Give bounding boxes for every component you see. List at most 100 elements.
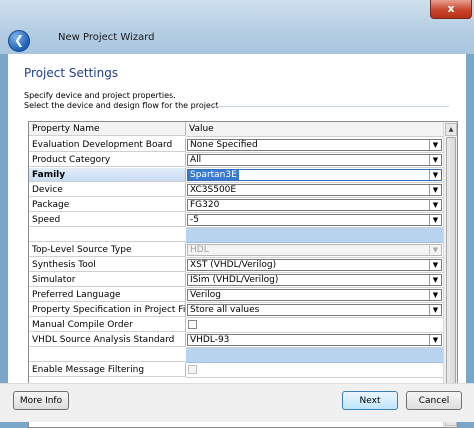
dropdown-value: HDL <box>190 245 209 255</box>
footer: More Info Next Cancel <box>0 383 474 422</box>
chevron-down-icon[interactable]: ▼ <box>429 335 441 345</box>
property-value-cell: ISim (VHDL/Verilog) ▼ <box>186 273 443 288</box>
property-value-cell: VHDL-93 ▼ <box>186 333 443 348</box>
chevron-down-icon[interactable]: ▼ <box>429 290 441 300</box>
wizard-content: Project Settings Specify device and proj… <box>8 54 466 428</box>
dropdown-value: Store all values <box>190 305 260 315</box>
property-name: Package <box>29 198 186 212</box>
property-name: Speed <box>29 213 186 227</box>
grid-header: Property Name Value <box>29 122 443 137</box>
dropdown-value: FG320 <box>190 200 220 210</box>
instruction-text-2: Select the device and design flow for th… <box>24 101 219 110</box>
chevron-down-icon[interactable]: ▼ <box>429 275 441 285</box>
grid-separator-row <box>29 348 443 363</box>
title-bar: ❮ New Project Wizard x <box>0 0 474 54</box>
grid-row[interactable]: Property Specification in Project File St… <box>29 303 443 318</box>
value-dropdown[interactable]: XC3S500E ▼ <box>187 184 442 196</box>
grid-row[interactable]: Family Spartan3E ▼ <box>29 168 443 183</box>
grid-row[interactable]: Manual Compile Order <box>29 318 443 333</box>
next-label: Next <box>359 396 381 406</box>
grid-row[interactable]: Simulator ISim (VHDL/Verilog) ▼ <box>29 273 443 288</box>
value-dropdown[interactable]: XST (VHDL/Verilog) ▼ <box>187 259 442 271</box>
property-name: VHDL Source Analysis Standard <box>29 333 186 347</box>
dropdown-value: -5 <box>190 215 199 225</box>
dropdown-value: VHDL-93 <box>190 335 230 345</box>
chevron-down-icon[interactable]: ▼ <box>429 260 441 270</box>
value-checkbox[interactable] <box>188 320 197 329</box>
chevron-down-icon[interactable]: ▼ <box>429 140 441 150</box>
back-arrow-icon[interactable]: ❮ <box>8 30 30 52</box>
dropdown-value: XST (VHDL/Verilog) <box>190 260 277 270</box>
value-dropdown[interactable]: ISim (VHDL/Verilog) ▼ <box>187 274 442 286</box>
window-title: New Project Wizard <box>58 32 155 43</box>
next-button[interactable]: Next <box>342 391 398 410</box>
cancel-button[interactable]: Cancel <box>406 391 462 410</box>
property-name: Evaluation Development Board <box>29 138 186 152</box>
property-value-cell: FG320 ▼ <box>186 198 443 213</box>
header-property-name: Property Name <box>29 122 186 136</box>
value-dropdown[interactable]: -5 ▼ <box>187 214 442 226</box>
more-info-button[interactable]: More Info <box>13 391 69 410</box>
grid-row[interactable]: Synthesis Tool XST (VHDL/Verilog) ▼ <box>29 258 443 273</box>
scroll-up-icon[interactable]: ▲ <box>445 123 457 136</box>
property-name: Synthesis Tool <box>29 258 186 272</box>
property-value-cell: Spartan3E ▼ <box>186 168 443 183</box>
property-name: Preferred Language <box>29 288 186 302</box>
instruction-text: Specify device and project properties. <box>24 91 176 100</box>
property-name: Product Category <box>29 153 186 167</box>
value-dropdown[interactable]: All ▼ <box>187 154 442 166</box>
property-value-cell: XST (VHDL/Verilog) ▼ <box>186 258 443 273</box>
chevron-down-icon[interactable]: ▼ <box>429 200 441 210</box>
value-dropdown[interactable]: FG320 ▼ <box>187 199 442 211</box>
grid-row[interactable]: Device XC3S500E ▼ <box>29 183 443 198</box>
property-name: Top-Level Source Type <box>29 243 186 257</box>
grid-row[interactable]: Preferred Language Verilog ▼ <box>29 288 443 303</box>
vertical-scrollbar[interactable]: ▲ ▼ <box>443 122 457 427</box>
value-dropdown[interactable]: Store all values ▼ <box>187 304 442 316</box>
cancel-label: Cancel <box>418 396 450 406</box>
header-value: Value <box>186 122 443 137</box>
grid-row[interactable]: VHDL Source Analysis Standard VHDL-93 ▼ <box>29 333 443 348</box>
property-name: Property Specification in Project File <box>29 303 186 317</box>
chevron-down-icon[interactable]: ▼ <box>429 305 441 315</box>
value-dropdown[interactable]: None Specified ▼ <box>187 139 442 151</box>
grid-row[interactable]: Top-Level Source Type HDL ▼ <box>29 243 443 258</box>
value-dropdown[interactable]: Spartan3E ▼ <box>187 169 442 181</box>
property-name <box>29 348 186 362</box>
dropdown-value: ISim (VHDL/Verilog) <box>190 275 279 285</box>
property-name <box>29 228 186 242</box>
value-dropdown[interactable]: Verilog ▼ <box>187 289 442 301</box>
close-button[interactable]: x <box>430 0 472 19</box>
chevron-down-icon[interactable]: ▼ <box>429 155 441 165</box>
chevron-down-icon[interactable]: ▼ <box>429 215 441 225</box>
grid-row[interactable]: Enable Message Filtering <box>29 363 443 378</box>
property-name: Family <box>29 168 186 182</box>
property-value-cell: Store all values ▼ <box>186 303 443 318</box>
more-info-label: More Info <box>19 396 63 406</box>
dropdown-value: XC3S500E <box>190 185 237 195</box>
property-name: Enable Message Filtering <box>29 363 186 377</box>
property-name: Manual Compile Order <box>29 318 186 332</box>
property-value-cell <box>186 228 443 243</box>
chevron-down-icon: ▼ <box>429 245 441 255</box>
property-value-cell <box>186 318 443 333</box>
property-value-cell <box>186 363 443 378</box>
grid-separator-row <box>29 228 443 243</box>
value-dropdown[interactable]: VHDL-93 ▼ <box>187 334 442 346</box>
page-title: Project Settings <box>24 66 119 80</box>
grid-row[interactable]: Evaluation Development Board None Specifi… <box>29 138 443 153</box>
property-value-cell: -5 ▼ <box>186 213 443 228</box>
property-value-cell: None Specified ▼ <box>186 138 443 153</box>
grid-row[interactable]: Speed -5 ▼ <box>29 213 443 228</box>
property-name: Device <box>29 183 186 197</box>
dropdown-value: Spartan3E <box>188 170 239 180</box>
chevron-down-icon[interactable]: ▼ <box>429 170 441 180</box>
chevron-down-icon[interactable]: ▼ <box>429 185 441 195</box>
grid-row[interactable]: Package FG320 ▼ <box>29 198 443 213</box>
dropdown-value: None Specified <box>190 140 258 150</box>
grid-row[interactable]: Product Category All ▼ <box>29 153 443 168</box>
dropdown-value: Verilog <box>190 290 221 300</box>
value-dropdown: HDL ▼ <box>187 244 442 256</box>
property-grid: Property Name Value Evaluation Developme… <box>28 121 458 428</box>
scrollbar-thumb[interactable] <box>446 137 456 411</box>
